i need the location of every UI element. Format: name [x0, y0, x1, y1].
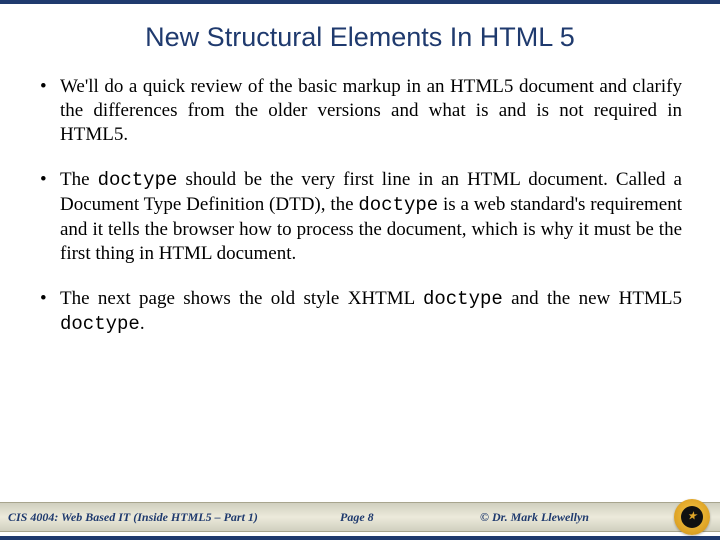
slide: New Structural Elements In HTML 5 We'll …: [0, 0, 720, 540]
code-text: doctype: [98, 169, 178, 191]
footer-author: © Dr. Mark Llewellyn: [480, 510, 640, 525]
footer-course: CIS 4004: Web Based IT (Inside HTML5 – P…: [0, 510, 340, 525]
body-text: and the new HTML5: [503, 288, 682, 309]
bullet-item: The doctype should be the very first lin…: [38, 168, 682, 265]
body-text: The: [60, 169, 98, 190]
footer-page: Page 8: [340, 510, 480, 525]
bullet-list: We'll do a quick review of the basic mar…: [38, 75, 682, 337]
body-text: We'll do a quick review of the basic mar…: [60, 76, 682, 145]
content-area: We'll do a quick review of the basic mar…: [0, 53, 720, 337]
body-text: The next page shows the old style XHTML: [60, 288, 423, 309]
code-text: doctype: [423, 288, 503, 310]
code-text: doctype: [60, 313, 140, 335]
footer-bar: CIS 4004: Web Based IT (Inside HTML5 – P…: [0, 502, 720, 532]
bullet-item: We'll do a quick review of the basic mar…: [38, 75, 682, 146]
slide-title: New Structural Elements In HTML 5: [0, 22, 720, 53]
body-text: .: [140, 313, 145, 334]
code-text: doctype: [358, 194, 438, 216]
bullet-item: The next page shows the old style XHTML …: [38, 287, 682, 337]
ucf-logo-icon: ★: [674, 499, 710, 535]
